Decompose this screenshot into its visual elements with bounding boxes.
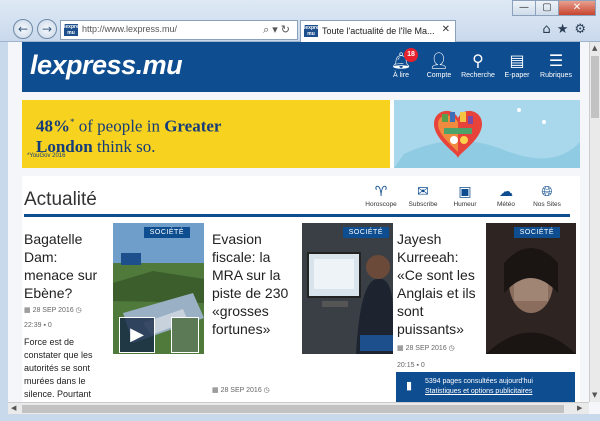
article-2-tag[interactable]: SOCIÉTÉ [143,227,190,238]
tool-label: Nos Sites [533,201,561,208]
address-bar[interactable]: lexpress mu http://www.lexpress.mu/ ⌕▾↻ [60,20,298,40]
home-icon[interactable]: ⌂ [542,22,556,37]
article-3-tag[interactable]: SOCIÉTÉ [342,227,389,238]
bar-chart-icon: ▮ [406,379,413,392]
humeur-icon: ▣ [458,184,472,200]
tool-label: Météo [496,201,516,208]
close-window-button[interactable]: ✕ [558,0,596,16]
tool-label: Subscribe [408,201,438,208]
video-play-icon[interactable]: ▶ [119,317,155,353]
clock-icon: ◷ [75,307,82,314]
article-4-image[interactable]: SOCIÉTÉ [486,223,576,354]
article-1-title[interactable]: Bagatelle Dam: menace sur Ebène? [24,230,108,302]
tool-humeur[interactable]: ▣ Humeur [443,183,487,208]
stats-options-link[interactable]: Statistiques et options publicitaires [425,388,532,395]
clock-icon: ◷ [448,345,455,352]
maximize-button[interactable]: ▢ [535,0,559,16]
article-2-image[interactable]: SOCIÉTÉ ▶ [113,223,204,354]
tool-horoscope[interactable]: ♈︎ Horoscope [359,183,403,208]
browser-chrome: — ▢ ✕ ← → lexpress mu http://www.lexpres… [0,0,600,42]
browser-tab[interactable]: lexpress mu Toute l'actualité de l'île M… [300,20,456,42]
section-divider [24,214,570,217]
browser-toolbar-icons: ⌂★⚙ [542,22,592,37]
nav-label: Rubriques [540,72,572,79]
video-thumbnail[interactable] [171,317,199,353]
article-3-date: 28 SEP 2016 [405,345,447,352]
article-3-title[interactable]: Jayesh Kurreeah: «Ce sont les Anglais et… [397,230,487,338]
nav-rubriques[interactable]: ☰ Rubriques [533,50,579,79]
site-logo[interactable]: lexpress.mu [30,50,183,81]
ad-percent: 48% [36,116,70,136]
article-3-meta: ▦ 28 SEP 2016 ◷ [397,344,455,352]
window-frame-bottom [0,414,600,421]
calendar-icon: ▦ [212,387,219,394]
ad-headline: 48%* of people in Greater London think s… [36,112,266,157]
news-section: Actualité ♈︎ Horoscope ✉ Subscribe ▣ Hum… [22,176,580,402]
section-title: Actualité [24,189,97,210]
article-3-time: 20:15 [397,362,415,369]
comment-icon: ▪ [416,362,419,369]
ad-text-3: think so. [92,136,156,156]
site-header: lexpress.mu 🔔︎ 18 À lire 👤︎ Compte ⚲ Rec… [22,42,580,92]
menu-icon: ☰ [548,51,564,70]
horizontal-scroll-thumb[interactable] [22,405,564,413]
article-1-time: 22:39 [24,322,42,329]
pages-viewed-text: 5394 pages consultées aujourd'hui [425,378,533,385]
article-1-comments: 0 [47,322,52,329]
clock-icon: ◷ [263,387,270,394]
address-search-refresh-icons[interactable]: ⌕▾↻ [263,23,293,37]
article-2-title[interactable]: Evasion fiscale: la MRA sur la piste de … [212,230,298,338]
globe-icon: 🌐︎ [541,184,553,200]
page-viewport: lexpress.mu 🔔︎ 18 À lire 👤︎ Compte ⚲ Rec… [8,42,589,402]
settings-gear-icon[interactable]: ⚙ [574,22,592,37]
article-1-meta: ▦ 28 SEP 2016 ◷ [24,306,82,314]
weather-icon: ☁ [499,184,513,200]
vertical-scrollbar[interactable]: ▲ ▼ [589,42,600,402]
article-4-tag[interactable]: SOCIÉTÉ [513,227,560,238]
forward-button[interactable]: → [37,19,57,39]
scroll-right-icon[interactable]: ▶ [577,404,582,412]
tab-favicon: lexpress mu [304,25,325,37]
article-1-date: 28 SEP 2016 [32,307,74,314]
article-3-comments: 0 [420,362,425,369]
tool-nos-sites[interactable]: 🌐︎ Nos Sites [525,183,569,208]
tool-subscribe[interactable]: ✉ Subscribe [401,183,445,208]
scroll-up-icon[interactable]: ▲ [592,44,597,52]
site-favicon: lexpress mu [64,24,85,36]
article-1-excerpt: Force est de constater que les autorités… [24,337,93,399]
window-frame-left [0,42,8,421]
article-2-meta: ▦ 28 SEP 2016 ◷ [212,386,270,394]
article-2-date: 28 SEP 2016 [220,387,262,394]
ad-text-1: of people in [74,116,165,136]
ad-source: *YouGov 2016 [27,153,66,159]
tab-title: Toute l'actualité de l'île Ma... [322,26,435,36]
comment-icon: ▪ [43,322,46,329]
horoscope-icon: ♈︎ [374,184,388,200]
vertical-scroll-thumb[interactable] [591,56,599,118]
envelope-icon: ✉ [417,184,429,200]
tool-meteo[interactable]: ☁ Météo [484,183,528,208]
calendar-icon: ▦ [24,307,31,314]
favorites-star-icon[interactable]: ★ [557,22,575,37]
tab-close-icon[interactable]: ✕ [442,24,450,35]
minimize-button[interactable]: — [512,0,536,16]
article-1-time-row: 22:39 ▪ 0 [24,322,52,329]
ad-illustration [394,100,580,168]
back-button[interactable]: ← [13,19,33,39]
article-3-image[interactable]: SOCIÉTÉ [302,223,393,354]
window-controls: — ▢ ✕ [512,0,596,16]
tool-label: Horoscope [365,201,397,208]
stats-widget[interactable]: ▮ 5394 pages consultées aujourd'hui Stat… [396,372,575,402]
advertisement-banner[interactable]: 48%* of people in Greater London think s… [22,100,580,168]
scroll-left-icon[interactable]: ◀ [11,404,16,412]
article-3-time-row: 20:15 ▪ 0 [397,362,425,369]
calendar-icon: ▦ [397,345,404,352]
horizontal-scrollbar[interactable]: ◀ ▶ [8,402,589,414]
url-text[interactable]: http://www.lexpress.mu/ [82,24,177,34]
scroll-down-icon[interactable]: ▼ [592,391,597,399]
tool-label: Humeur [453,201,477,208]
